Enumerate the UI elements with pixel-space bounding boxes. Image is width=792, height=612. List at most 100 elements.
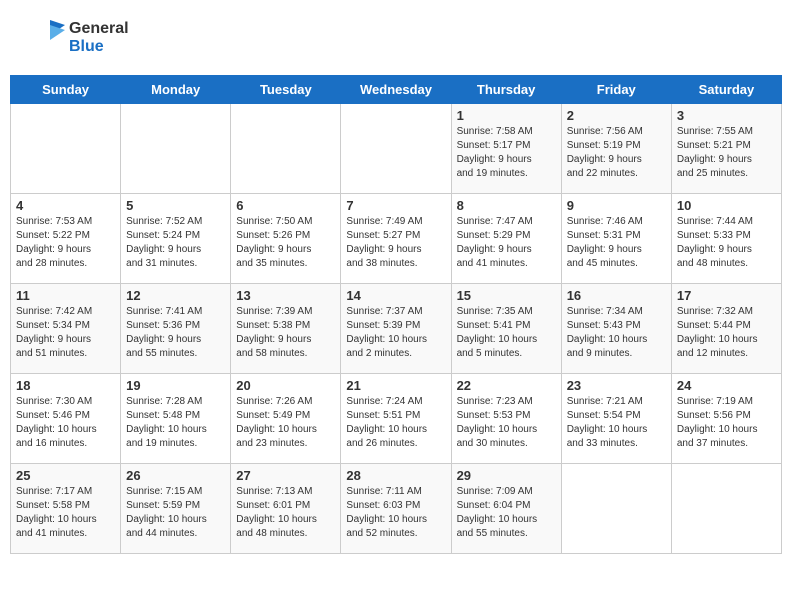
day-info: Sunrise: 7:42 AM Sunset: 5:34 PM Dayligh… bbox=[16, 305, 115, 361]
calendar-cell: 2Sunrise: 7:56 AM Sunset: 5:19 PM Daylig… bbox=[561, 104, 671, 194]
day-number: 23 bbox=[567, 378, 666, 393]
calendar-cell: 14 Sunrise: 7:37 AM Sunset: 5:39 PM Dayli… bbox=[341, 284, 451, 374]
day-number: 22 bbox=[457, 378, 556, 393]
day-info: Sunrise: 7:46 AM Sunset: 5:31 PM Dayligh… bbox=[567, 215, 666, 271]
calendar-cell: 4 Sunrise: 7:53 AM Sunset: 5:22 PM Daylig… bbox=[11, 194, 121, 284]
day-number: 18 bbox=[16, 378, 115, 393]
calendar-cell: 1 Sunrise: 7:58 AM Sunset: 5:17 PM Daylig… bbox=[451, 104, 561, 194]
calendar-cell: 29 Sunrise: 7:09 AM Sunset: 6:04 PM Dayli… bbox=[451, 464, 561, 554]
day-number: 11 bbox=[16, 288, 115, 303]
calendar-cell: 28Sunrise: 7:11 AM Sunset: 6:03 PM Dayli… bbox=[341, 464, 451, 554]
calendar-cell: 12 Sunrise: 7:41 AM Sunset: 5:36 PM Dayli… bbox=[121, 284, 231, 374]
day-number: 5 bbox=[126, 198, 225, 213]
day-info: Sunrise: 7:28 AM Sunset: 5:48 PM Dayligh… bbox=[126, 395, 225, 451]
calendar-cell bbox=[231, 104, 341, 194]
day-number: 15 bbox=[457, 288, 556, 303]
day-number: 13 bbox=[236, 288, 335, 303]
calendar-cell: 3 Sunrise: 7:55 AM Sunset: 5:21 PM Daylig… bbox=[671, 104, 781, 194]
calendar-cell: 7 Sunrise: 7:49 AM Sunset: 5:27 PM Daylig… bbox=[341, 194, 451, 284]
day-number: 7 bbox=[346, 198, 445, 213]
day-info: Sunrise: 7:47 AM Sunset: 5:29 PM Dayligh… bbox=[457, 215, 556, 271]
calendar-cell bbox=[11, 104, 121, 194]
day-info: Sunrise: 7:44 AM Sunset: 5:33 PM Dayligh… bbox=[677, 215, 776, 271]
calendar-cell: 21 Sunrise: 7:24 AM Sunset: 5:51 PM Dayli… bbox=[341, 374, 451, 464]
day-number: 1 bbox=[457, 108, 556, 123]
calendar-cell: 24Sunrise: 7:19 AM Sunset: 5:56 PM Dayli… bbox=[671, 374, 781, 464]
day-number: 20 bbox=[236, 378, 335, 393]
day-info: Sunrise: 7:24 AM Sunset: 5:51 PM Dayligh… bbox=[346, 395, 445, 451]
calendar-cell: 11 Sunrise: 7:42 AM Sunset: 5:34 PM Dayli… bbox=[11, 284, 121, 374]
day-info: Sunrise: 7:09 AM Sunset: 6:04 PM Dayligh… bbox=[457, 485, 556, 541]
day-info: Sunrise: 7:32 AM Sunset: 5:44 PM Dayligh… bbox=[677, 305, 776, 361]
day-info: Sunrise: 7:52 AM Sunset: 5:24 PM Dayligh… bbox=[126, 215, 225, 271]
weekday-header-saturday: Saturday bbox=[671, 76, 781, 104]
calendar-cell bbox=[671, 464, 781, 554]
day-number: 3 bbox=[677, 108, 776, 123]
weekday-header-thursday: Thursday bbox=[451, 76, 561, 104]
day-number: 16 bbox=[567, 288, 666, 303]
calendar-body: 1 Sunrise: 7:58 AM Sunset: 5:17 PM Daylig… bbox=[11, 104, 782, 554]
day-info: Sunrise: 7:15 AM Sunset: 5:59 PM Dayligh… bbox=[126, 485, 225, 541]
calendar-cell: 19 Sunrise: 7:28 AM Sunset: 5:48 PM Dayli… bbox=[121, 374, 231, 464]
calendar-week-row: 4 Sunrise: 7:53 AM Sunset: 5:22 PM Daylig… bbox=[11, 194, 782, 284]
day-number: 9 bbox=[567, 198, 666, 213]
weekday-header-sunday: Sunday bbox=[11, 76, 121, 104]
page-header: GeneralBlue bbox=[10, 10, 782, 65]
logo-icon bbox=[20, 15, 65, 60]
calendar-cell: 26 Sunrise: 7:15 AM Sunset: 5:59 PM Dayli… bbox=[121, 464, 231, 554]
calendar-cell: 15Sunrise: 7:35 AM Sunset: 5:41 PM Dayli… bbox=[451, 284, 561, 374]
day-info: Sunrise: 7:34 AM Sunset: 5:43 PM Dayligh… bbox=[567, 305, 666, 361]
day-number: 19 bbox=[126, 378, 225, 393]
day-info: Sunrise: 7:49 AM Sunset: 5:27 PM Dayligh… bbox=[346, 215, 445, 271]
calendar-cell: 13 Sunrise: 7:39 AM Sunset: 5:38 PM Dayli… bbox=[231, 284, 341, 374]
logo-blue: Blue bbox=[69, 38, 129, 56]
calendar-cell: 8Sunrise: 7:47 AM Sunset: 5:29 PM Daylig… bbox=[451, 194, 561, 284]
day-info: Sunrise: 7:41 AM Sunset: 5:36 PM Dayligh… bbox=[126, 305, 225, 361]
day-info: Sunrise: 7:55 AM Sunset: 5:21 PM Dayligh… bbox=[677, 125, 776, 181]
day-number: 28 bbox=[346, 468, 445, 483]
calendar-table: SundayMondayTuesdayWednesdayThursdayFrid… bbox=[10, 75, 782, 554]
calendar-cell: 25Sunrise: 7:17 AM Sunset: 5:58 PM Dayli… bbox=[11, 464, 121, 554]
weekday-header-row: SundayMondayTuesdayWednesdayThursdayFrid… bbox=[11, 76, 782, 104]
calendar-cell: 9 Sunrise: 7:46 AM Sunset: 5:31 PM Daylig… bbox=[561, 194, 671, 284]
logo-general: General bbox=[69, 20, 129, 38]
weekday-header-wednesday: Wednesday bbox=[341, 76, 451, 104]
calendar-cell: 18 Sunrise: 7:30 AM Sunset: 5:46 PM Dayli… bbox=[11, 374, 121, 464]
day-info: Sunrise: 7:39 AM Sunset: 5:38 PM Dayligh… bbox=[236, 305, 335, 361]
calendar-week-row: 1 Sunrise: 7:58 AM Sunset: 5:17 PM Daylig… bbox=[11, 104, 782, 194]
day-number: 26 bbox=[126, 468, 225, 483]
day-number: 17 bbox=[677, 288, 776, 303]
day-number: 10 bbox=[677, 198, 776, 213]
day-number: 6 bbox=[236, 198, 335, 213]
calendar-cell: 23 Sunrise: 7:21 AM Sunset: 5:54 PM Dayli… bbox=[561, 374, 671, 464]
calendar-cell: 17 Sunrise: 7:32 AM Sunset: 5:44 PM Dayli… bbox=[671, 284, 781, 374]
calendar-cell: 10 Sunrise: 7:44 AM Sunset: 5:33 PM Dayli… bbox=[671, 194, 781, 284]
day-number: 4 bbox=[16, 198, 115, 213]
calendar-cell bbox=[561, 464, 671, 554]
day-info: Sunrise: 7:17 AM Sunset: 5:58 PM Dayligh… bbox=[16, 485, 115, 541]
calendar-cell bbox=[341, 104, 451, 194]
calendar-week-row: 25Sunrise: 7:17 AM Sunset: 5:58 PM Dayli… bbox=[11, 464, 782, 554]
day-info: Sunrise: 7:21 AM Sunset: 5:54 PM Dayligh… bbox=[567, 395, 666, 451]
day-info: Sunrise: 7:37 AM Sunset: 5:39 PM Dayligh… bbox=[346, 305, 445, 361]
weekday-header-monday: Monday bbox=[121, 76, 231, 104]
logo: GeneralBlue bbox=[20, 15, 129, 60]
day-info: Sunrise: 7:30 AM Sunset: 5:46 PM Dayligh… bbox=[16, 395, 115, 451]
logo-text-block: GeneralBlue bbox=[69, 20, 129, 56]
weekday-header-tuesday: Tuesday bbox=[231, 76, 341, 104]
day-info: Sunrise: 7:23 AM Sunset: 5:53 PM Dayligh… bbox=[457, 395, 556, 451]
calendar-header: SundayMondayTuesdayWednesdayThursdayFrid… bbox=[11, 76, 782, 104]
day-info: Sunrise: 7:53 AM Sunset: 5:22 PM Dayligh… bbox=[16, 215, 115, 271]
calendar-cell: 22 Sunrise: 7:23 AM Sunset: 5:53 PM Dayli… bbox=[451, 374, 561, 464]
weekday-header-friday: Friday bbox=[561, 76, 671, 104]
day-number: 21 bbox=[346, 378, 445, 393]
calendar-cell: 5 Sunrise: 7:52 AM Sunset: 5:24 PM Daylig… bbox=[121, 194, 231, 284]
day-number: 14 bbox=[346, 288, 445, 303]
calendar-week-row: 11 Sunrise: 7:42 AM Sunset: 5:34 PM Dayli… bbox=[11, 284, 782, 374]
calendar-cell: 20Sunrise: 7:26 AM Sunset: 5:49 PM Dayli… bbox=[231, 374, 341, 464]
day-info: Sunrise: 7:56 AM Sunset: 5:19 PM Dayligh… bbox=[567, 125, 666, 181]
day-number: 12 bbox=[126, 288, 225, 303]
day-info: Sunrise: 7:58 AM Sunset: 5:17 PM Dayligh… bbox=[457, 125, 556, 181]
day-number: 27 bbox=[236, 468, 335, 483]
day-number: 29 bbox=[457, 468, 556, 483]
